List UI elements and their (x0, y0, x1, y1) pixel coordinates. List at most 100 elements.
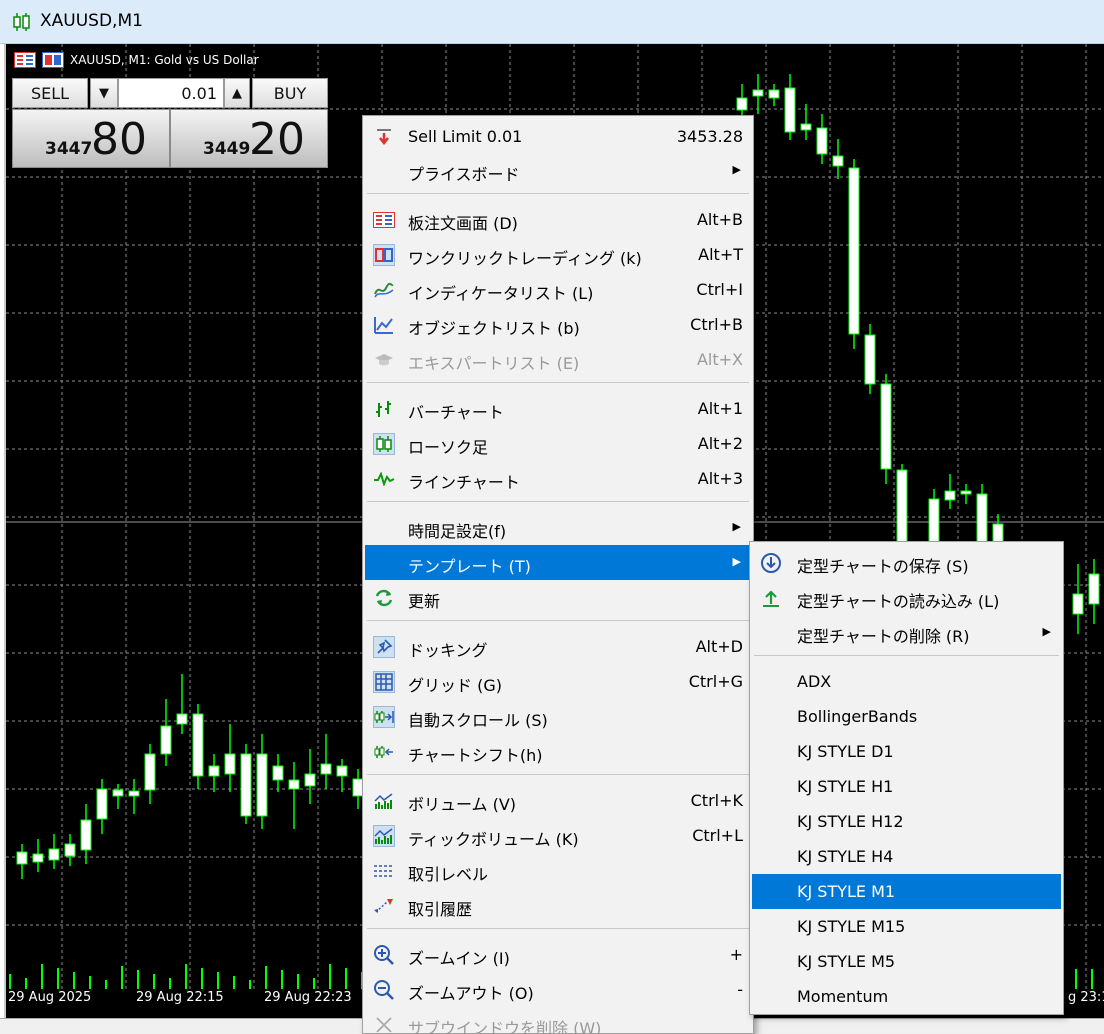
menu-item-docking[interactable]: ドッキング Alt+D (365, 629, 751, 664)
candle-body (816, 127, 828, 155)
menu-item-volume[interactable]: ボリューム (V) Ctrl+K (365, 783, 751, 818)
menu-item-timeframes[interactable]: 時間足設定(f) ▶ (365, 510, 751, 545)
candle-body (240, 753, 252, 817)
menu-item-chart-shift[interactable]: チャートシフト(h) (365, 734, 751, 769)
menu-item-trade-history[interactable]: 取引履歴 (365, 888, 751, 923)
menu-separator (367, 928, 749, 929)
depth-of-market-icon[interactable] (14, 52, 36, 68)
candle-body (64, 843, 76, 857)
submenu-arrow-icon: ▶ (732, 163, 741, 176)
auto-scroll-icon (373, 706, 395, 728)
trade-levels-icon (373, 860, 395, 882)
submenu-item-load-template[interactable]: 定型チャートの読み込み (L) (752, 580, 1061, 615)
chart-context-menu: Sell Limit 0.01 3453.28 プライスボード ▶ 板注文画面 … (362, 115, 754, 1034)
menu-item-auto-scroll[interactable]: 自動スクロール (S) (365, 699, 751, 734)
buy-price-minor: 20 (249, 114, 305, 165)
candle-body (320, 763, 332, 775)
submenu-arrow-icon: ▶ (732, 520, 741, 533)
candle-body (848, 167, 860, 335)
chart-symbol-label: XAUUSD, M1: Gold vs US Dollar (70, 53, 259, 67)
candle-body (880, 383, 892, 470)
pin-icon (373, 636, 395, 658)
submenu-item-template[interactable]: BollingerBands (752, 699, 1061, 734)
candle-body (224, 753, 236, 775)
candlestick-icon (13, 13, 30, 31)
menu-item-delete-subwindow[interactable]: サブウインドウを削除 (W) (365, 1007, 751, 1034)
sell-price-major: 3447 (45, 139, 93, 159)
candle-body (768, 89, 780, 99)
menu-separator (754, 655, 1059, 656)
candle-body (800, 123, 812, 131)
candle-body (208, 765, 220, 777)
sell-price-minor: 80 (91, 114, 147, 165)
line-chart-icon (373, 468, 395, 490)
candle-body (96, 788, 108, 820)
menu-item-candlestick[interactable]: ローソク足 Alt+2 (365, 426, 751, 461)
zoom-in-icon (373, 944, 395, 966)
menu-item-template[interactable]: テンプレート (T) ▶ (365, 545, 751, 580)
sell-button[interactable]: SELL (12, 78, 88, 108)
one-click-trading-icon[interactable] (42, 52, 64, 68)
trade-history-icon (373, 895, 395, 917)
candle-body (784, 87, 796, 133)
expert-list-icon (373, 349, 395, 371)
menu-item-expert-list[interactable]: エキスパートリスト (E) Alt+X (365, 342, 751, 377)
buy-price-button[interactable]: 3449 20 (170, 109, 328, 168)
menu-item-one-click-trading[interactable]: ワンクリックトレーディング (k) Alt+T (365, 237, 751, 272)
menu-item-object-list[interactable]: オブジェクトリスト (b) Ctrl+B (365, 307, 751, 342)
depth-of-market-icon (373, 209, 395, 231)
sell-price-button[interactable]: 3447 80 (12, 109, 170, 168)
menu-item-zoom-in[interactable]: ズームイン (I) + (365, 937, 751, 972)
submenu-arrow-icon: ▶ (732, 555, 741, 568)
submenu-item-template[interactable]: KJ STYLE H12 (752, 804, 1061, 839)
submenu-item-template[interactable]: KJ STYLE M5 (752, 944, 1061, 979)
candle-body (192, 713, 204, 777)
sell-limit-arrow-icon (373, 126, 395, 148)
menu-item-refresh[interactable]: 更新 (365, 580, 751, 615)
submenu-item-delete-template[interactable]: 定型チャートの削除 (R) ▶ (752, 615, 1061, 650)
candlestick-icon (373, 433, 395, 455)
menu-item-price-board[interactable]: プライスボード ▶ (365, 153, 751, 188)
candle-body (112, 789, 124, 797)
menu-item-tick-volume[interactable]: ティックボリューム (K) Ctrl+L (365, 818, 751, 853)
tick-volume-icon (373, 825, 395, 847)
menu-item-indicator-list[interactable]: インディケータリスト (L) Ctrl+I (365, 272, 751, 307)
candle-body (752, 89, 764, 97)
submenu-item-template[interactable]: ADX (752, 664, 1061, 699)
candle-body (176, 713, 188, 725)
lot-decrease-button[interactable]: ▼ (90, 78, 118, 108)
load-upload-icon (760, 587, 782, 609)
submenu-item-template[interactable]: KJ STYLE H1 (752, 769, 1061, 804)
bar-chart-icon (373, 398, 395, 420)
menu-item-trade-levels[interactable]: 取引レベル (365, 853, 751, 888)
one-click-trading-icon (373, 244, 395, 266)
menu-item-sell-limit[interactable]: Sell Limit 0.01 3453.28 (365, 119, 751, 154)
menu-item-depth-of-market[interactable]: 板注文画面 (D) Alt+B (365, 202, 751, 237)
menu-separator (367, 193, 749, 194)
candle-body (336, 765, 348, 777)
lot-size-input[interactable]: 0.01 (118, 78, 224, 108)
submenu-item-template[interactable]: KJ STYLE D1 (752, 734, 1061, 769)
submenu-item-save-template[interactable]: 定型チャートの保存 (S) (752, 545, 1061, 580)
submenu-arrow-icon: ▶ (1042, 625, 1051, 638)
menu-item-line-chart[interactable]: ラインチャート Alt+3 (365, 461, 751, 496)
buy-button[interactable]: BUY (252, 78, 328, 108)
candle-body (160, 725, 172, 755)
save-download-icon (760, 552, 782, 574)
template-submenu: 定型チャートの保存 (S) 定型チャートの読み込み (L) 定型チャートの削除 … (749, 541, 1064, 1015)
candle-body (960, 490, 972, 495)
lot-increase-button[interactable]: ▲ (224, 78, 250, 108)
candle-body (48, 848, 60, 861)
chart-header: XAUUSD, M1: Gold vs US Dollar (14, 52, 259, 68)
menu-item-zoom-out[interactable]: ズームアウト (O) - (365, 972, 751, 1007)
close-icon (373, 1014, 395, 1034)
submenu-item-template[interactable]: Momentum (752, 979, 1061, 1014)
menu-item-grid[interactable]: グリッド (G) Ctrl+G (365, 664, 751, 699)
candle-body (304, 773, 316, 787)
candle-body (1072, 593, 1084, 615)
menu-item-bar-chart[interactable]: バーチャート Alt+1 (365, 391, 751, 426)
submenu-item-template[interactable]: KJ STYLE H4 (752, 839, 1061, 874)
time-label: g 23:1 (1068, 990, 1104, 1005)
submenu-item-template[interactable]: KJ STYLE M15 (752, 909, 1061, 944)
submenu-item-template-selected[interactable]: KJ STYLE M1 (752, 874, 1061, 909)
